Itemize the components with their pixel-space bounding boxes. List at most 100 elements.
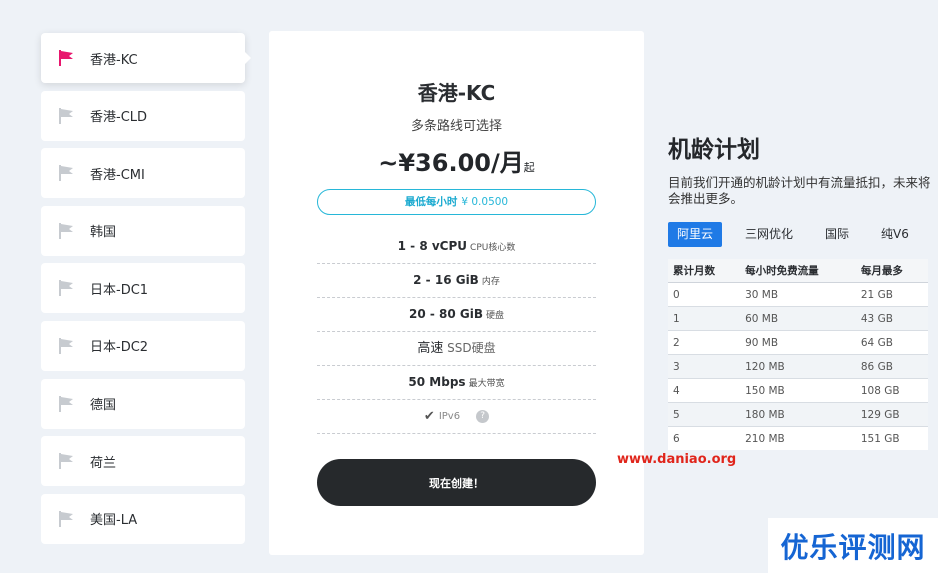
aging-plan-description: 目前我们开通的机龄计划中有流量抵扣，未来将会推出更多。 <box>668 175 931 206</box>
sidebar-item-hk-kc[interactable]: 香港-KC <box>41 33 251 83</box>
flag-icon <box>59 165 73 182</box>
tab-aliyun[interactable]: 阿里云 <box>668 222 723 247</box>
table-cell: 0 <box>668 282 741 307</box>
help-icon[interactable]: ? <box>476 410 490 423</box>
hourly-price-badge: 最低每小时 ¥ 0.0500 <box>317 189 596 215</box>
tab-pure-v6[interactable]: 纯V6 <box>872 222 918 247</box>
table-cell: 129 GB <box>855 402 928 427</box>
provider-tabs: 阿里云 三网优化 国际 纯V6 <box>668 222 932 247</box>
sidebar-item-japan-dc1[interactable]: 日本-DC1 <box>41 263 245 314</box>
plan-card: 香港-KC 多条路线可选择 ~¥36.00/月起 最低每小时 ¥ 0.0500 1… <box>269 31 644 555</box>
sidebar-item-germany[interactable]: 德国 <box>41 378 245 429</box>
table-cell: 180 MB <box>740 402 856 427</box>
table-row: 4 150 MB 108 GB <box>668 378 928 403</box>
table-cell: 108 GB <box>855 378 928 403</box>
sidebar-item-label: 香港-CLD <box>90 110 148 126</box>
price-suffix: 起 <box>523 161 535 174</box>
spec-list: 1 - 8 vCPU CPU核心数 2 - 16 GiB 内存 20 - 80 Gi… <box>317 230 596 434</box>
flag-icon <box>59 280 73 297</box>
table-cell: 151 GB <box>855 426 928 450</box>
spec-value: 高速 <box>417 341 444 356</box>
flag-icon <box>59 222 73 239</box>
sidebar-item-usa-la[interactable]: 美国-LA <box>41 493 245 544</box>
table-cell: 210 MB <box>740 426 856 450</box>
table-cell: 64 GB <box>855 330 928 355</box>
spec-value: 1 - 8 vCPU <box>397 239 468 253</box>
region-sidebar: 香港-KC 香港-CLD 香港-CMI 韩国 日本-DC1 日本-DC2 德国 … <box>41 33 251 551</box>
spec-bandwidth: 50 Mbps 最大带宽 <box>317 366 596 400</box>
spec-value: 50 Mbps <box>408 375 466 389</box>
table-cell: 6 <box>668 426 741 450</box>
table-row: 2 90 MB 64 GB <box>668 330 928 355</box>
table-cell: 2 <box>668 330 741 355</box>
table-cell: 120 MB <box>740 354 856 379</box>
table-cell: 30 MB <box>740 282 856 307</box>
table-cell: 86 GB <box>855 354 928 379</box>
table-row: 6 210 MB 151 GB <box>668 426 928 450</box>
spec-unit: 硬盘 <box>486 311 505 321</box>
table-cell: 4 <box>668 378 741 403</box>
flag-icon <box>59 395 73 412</box>
tab-three-network[interactable]: 三网优化 <box>736 222 802 247</box>
plan-subtitle: 多条路线可选择 <box>410 119 502 134</box>
spec-unit: SSD硬盘 <box>447 341 496 355</box>
plan-price: ~¥36.00/月起 <box>269 143 644 178</box>
sidebar-item-label: 荷兰 <box>90 455 117 471</box>
flag-icon <box>59 107 73 124</box>
sidebar-item-hk-cld[interactable]: 香港-CLD <box>41 90 245 141</box>
spec-value: 20 - 80 GiB <box>408 307 483 321</box>
hourly-label: 最低每小时 <box>404 196 458 208</box>
flag-icon <box>59 453 73 470</box>
aging-plan-table: 累计月数 每小时免费流量 每月最多 0 30 MB 21 GB 1 60 MB … <box>668 259 928 450</box>
watermark-url: www.daniao.org <box>617 452 737 467</box>
sidebar-item-label: 美国-LA <box>90 513 138 529</box>
column-header: 每月最多 <box>855 259 928 283</box>
spec-value: 2 - 16 GiB <box>413 273 479 287</box>
table-cell: 1 <box>668 306 741 331</box>
sidebar-item-netherlands[interactable]: 荷兰 <box>41 436 245 487</box>
sidebar-item-label: 香港-CMI <box>90 167 145 183</box>
spec-disk: 20 - 80 GiB 硬盘 <box>317 298 596 332</box>
sidebar-item-korea[interactable]: 韩国 <box>41 205 245 256</box>
flag-icon <box>59 510 73 527</box>
spec-memory: 2 - 16 GiB 内存 <box>317 264 596 298</box>
spec-unit: 最大带宽 <box>468 379 505 389</box>
ipv6-label: IPv6 <box>438 411 461 422</box>
spec-unit: 内存 <box>481 277 500 287</box>
sidebar-item-label: 日本-DC2 <box>90 340 149 356</box>
spec-cpu: 1 - 8 vCPU CPU核心数 <box>317 230 596 264</box>
create-now-button[interactable]: 现在创建！ <box>317 459 596 506</box>
table-cell: 5 <box>668 402 741 427</box>
spec-unit: CPU核心数 <box>470 243 516 253</box>
sidebar-item-hk-cmi[interactable]: 香港-CMI <box>41 148 245 199</box>
column-header: 累计月数 <box>668 259 741 283</box>
table-cell: 60 MB <box>740 306 856 331</box>
price-value: ~¥36.00/月 <box>378 149 524 177</box>
sidebar-item-label: 德国 <box>90 398 117 414</box>
sidebar-item-japan-dc2[interactable]: 日本-DC2 <box>41 320 245 371</box>
sidebar-item-label: 日本-DC1 <box>90 282 149 298</box>
column-header: 每小时免费流量 <box>740 259 856 283</box>
tab-international[interactable]: 国际 <box>816 222 858 247</box>
table-row: 3 120 MB 86 GB <box>668 354 928 379</box>
hourly-value: ¥ 0.0500 <box>461 196 509 208</box>
table-cell: 150 MB <box>740 378 856 403</box>
flag-icon <box>59 50 73 66</box>
table-cell: 90 MB <box>740 330 856 355</box>
table-cell: 21 GB <box>855 282 928 307</box>
flag-icon <box>59 337 73 354</box>
table-cell: 3 <box>668 354 741 379</box>
sidebar-item-label: 香港-KC <box>90 52 138 68</box>
table-row: 0 30 MB 21 GB <box>668 282 928 307</box>
sidebar-item-label: 韩国 <box>90 225 117 241</box>
aging-plan-title: 机龄计划 <box>668 137 760 163</box>
spec-ssd: 高速 SSD硬盘 <box>317 332 596 366</box>
table-cell: 43 GB <box>855 306 928 331</box>
table-row: 1 60 MB 43 GB <box>668 306 928 331</box>
plan-title: 香港-KC <box>417 81 496 105</box>
watermark-site-logo: 优乐评测网 <box>768 518 938 573</box>
spec-ipv6: ✔ IPv6 ? <box>317 400 596 434</box>
check-icon: ✔ <box>423 409 435 424</box>
table-row: 5 180 MB 129 GB <box>668 402 928 427</box>
table-header-row: 累计月数 每小时免费流量 每月最多 <box>668 259 928 283</box>
